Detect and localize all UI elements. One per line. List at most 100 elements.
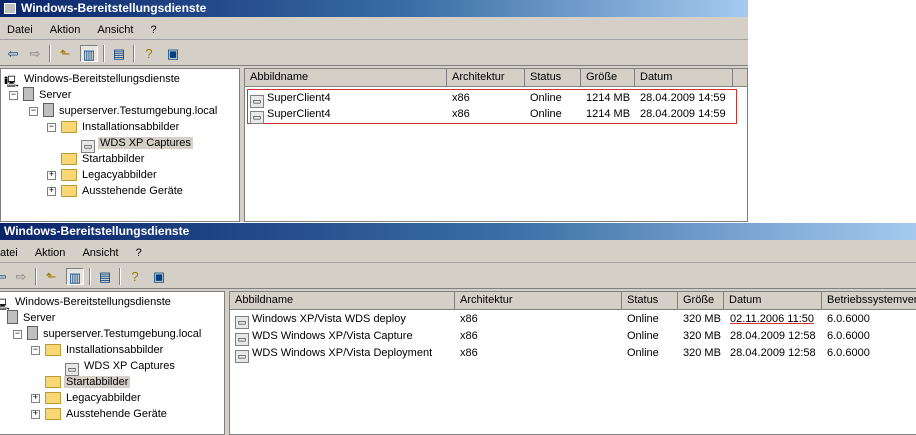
tree-root[interactable]: 🖳Windows-Bereitstellungsdienste (4, 71, 182, 88)
menu-help[interactable]: ? (129, 243, 149, 263)
column-header-name[interactable]: Abbildname (245, 69, 447, 87)
help-icon[interactable]: ? (140, 45, 158, 62)
tree-server[interactable]: Server (23, 87, 73, 103)
app-icon (4, 3, 16, 14)
window-title: Windows-Bereitstellungsdienste (4, 224, 190, 238)
export-list-icon[interactable]: ▤ (96, 268, 114, 285)
bottom-tree-pane: 🖳Windows-Bereitstellungsdienste Server −… (0, 291, 225, 435)
row-status: Online (627, 347, 659, 359)
column-header-arch[interactable]: Architektur (455, 292, 622, 310)
bottom-list-pane: Abbildname Architektur Status Größe Datu… (229, 291, 916, 435)
export-list-icon[interactable]: ▤ (110, 45, 128, 62)
column-header-date[interactable]: Datum (635, 69, 733, 87)
row-size: 320 MB (683, 313, 721, 325)
row-size: 320 MB (683, 330, 721, 342)
up-folder-icon[interactable]: ⬑ (42, 268, 60, 285)
wds-icon: 🖳 (4, 76, 19, 88)
column-header-os-version[interactable]: Betriebssystemvers (822, 292, 916, 310)
row-os-version: 6.0.6000 (827, 347, 870, 359)
forward-icon[interactable]: ⇨ (26, 45, 44, 62)
row-name: ▭ SuperClient4 (250, 106, 331, 124)
server-icon (27, 326, 38, 340)
tree-wds-xp-captures[interactable]: ▭ WDS XP Captures (81, 135, 193, 153)
folder-icon (61, 153, 77, 165)
folder-icon (45, 408, 61, 420)
collapse-icon[interactable]: − (9, 91, 18, 100)
collapse-icon[interactable]: − (29, 107, 38, 116)
toolbar-separator (35, 268, 37, 285)
tree-wds-xp-captures[interactable]: ▭ WDS XP Captures (65, 358, 177, 376)
menu-help[interactable]: ? (144, 20, 164, 40)
back-icon[interactable]: ⇦ (4, 45, 22, 62)
column-header-status[interactable]: Status (622, 292, 678, 310)
help-icon[interactable]: ? (126, 268, 144, 285)
top-window: Windows-Bereitstellungsdienste Datei Akt… (0, 0, 748, 222)
tree-legacy-images[interactable]: Legacyabbilder (45, 390, 143, 406)
column-header-date[interactable]: Datum (724, 292, 822, 310)
tree-pending-devices[interactable]: Ausstehende Geräte (45, 406, 169, 422)
menu-ansicht[interactable]: Ansicht (75, 243, 125, 263)
expand-icon[interactable]: + (47, 187, 56, 196)
folder-icon (45, 344, 61, 356)
tree-host[interactable]: superserver.Testumgebung.local (43, 103, 219, 119)
row-name: ▭ SuperClient4 (250, 90, 331, 108)
up-folder-icon[interactable]: ⬑ (56, 45, 74, 62)
row-os-version: 6.0.6000 (827, 330, 870, 342)
collapse-icon[interactable]: − (13, 330, 22, 339)
show-hide-tree-icon[interactable]: ▥ (66, 268, 84, 285)
column-header-status[interactable]: Status (525, 69, 581, 87)
menu-aktion[interactable]: Aktion (28, 243, 73, 263)
expand-icon[interactable]: + (47, 171, 56, 180)
show-hide-tree-icon[interactable]: ▥ (80, 45, 98, 62)
tree-host[interactable]: superserver.Testumgebung.local (27, 326, 203, 342)
back-icon[interactable]: ⇦ (0, 268, 10, 285)
window-title: Windows-Bereitstellungsdienste (21, 1, 207, 15)
row-name: ▭ Windows XP/Vista WDS deploy (235, 311, 406, 329)
tree-root[interactable]: 🖳Windows-Bereitstellungsdienste (0, 294, 173, 311)
collapse-icon[interactable]: − (47, 123, 56, 132)
expand-icon[interactable]: + (31, 410, 40, 419)
servers-icon (7, 310, 18, 324)
column-header-size[interactable]: Größe (678, 292, 724, 310)
folder-icon (61, 121, 77, 133)
tree-install-images[interactable]: Installationsabbilder (45, 342, 165, 358)
properties-icon[interactable]: ▣ (164, 45, 182, 62)
column-header-size[interactable]: Größe (581, 69, 635, 87)
servers-icon (23, 87, 34, 101)
toolbar-separator (89, 268, 91, 285)
expand-icon[interactable]: + (31, 394, 40, 403)
tree-server[interactable]: Server (7, 310, 57, 326)
bottom-window: Windows-Bereitstellungsdienste atei Akti… (0, 223, 916, 435)
tree-pending-devices[interactable]: Ausstehende Geräte (61, 183, 185, 199)
row-date: 02.11.2006 11:50 (730, 313, 815, 325)
row-arch: x86 (452, 108, 470, 120)
row-arch: x86 (460, 347, 478, 359)
menu-aktion[interactable]: Aktion (43, 20, 88, 40)
row-date: 28.04.2009 12:58 (730, 347, 816, 359)
row-date: 28.04.2009 14:59 (640, 92, 726, 104)
image-icon: ▭ (250, 111, 264, 124)
row-date: 28.04.2009 12:58 (730, 330, 816, 342)
row-date: 28.04.2009 14:59 (640, 108, 726, 120)
row-arch: x86 (460, 330, 478, 342)
menu-datei[interactable]: Datei (0, 20, 40, 40)
folder-icon (45, 376, 61, 388)
row-arch: x86 (452, 92, 470, 104)
tree-boot-images[interactable]: Startabbilder (45, 374, 131, 390)
tree-legacy-images[interactable]: Legacyabbilder (61, 167, 159, 183)
row-status: Online (627, 330, 659, 342)
tree-install-images[interactable]: Installationsabbilder (61, 119, 181, 135)
menu-datei[interactable]: atei (0, 243, 25, 263)
column-header-arch[interactable]: Architektur (447, 69, 525, 87)
column-header-name[interactable]: Abbildname (230, 292, 455, 310)
forward-icon[interactable]: ⇨ (12, 268, 30, 285)
collapse-icon[interactable]: − (31, 346, 40, 355)
menu-ansicht[interactable]: Ansicht (90, 20, 140, 40)
row-status: Online (627, 313, 659, 325)
properties-icon[interactable]: ▣ (150, 268, 168, 285)
bottom-title-bar: Windows-Bereitstellungsdienste (0, 223, 916, 240)
tree-boot-images[interactable]: Startabbilder (61, 151, 146, 167)
top-list-pane: Abbildname Architektur Status Größe Datu… (244, 68, 748, 222)
column-header-filler (733, 69, 747, 87)
top-title-bar: Windows-Bereitstellungsdienste (0, 0, 748, 17)
